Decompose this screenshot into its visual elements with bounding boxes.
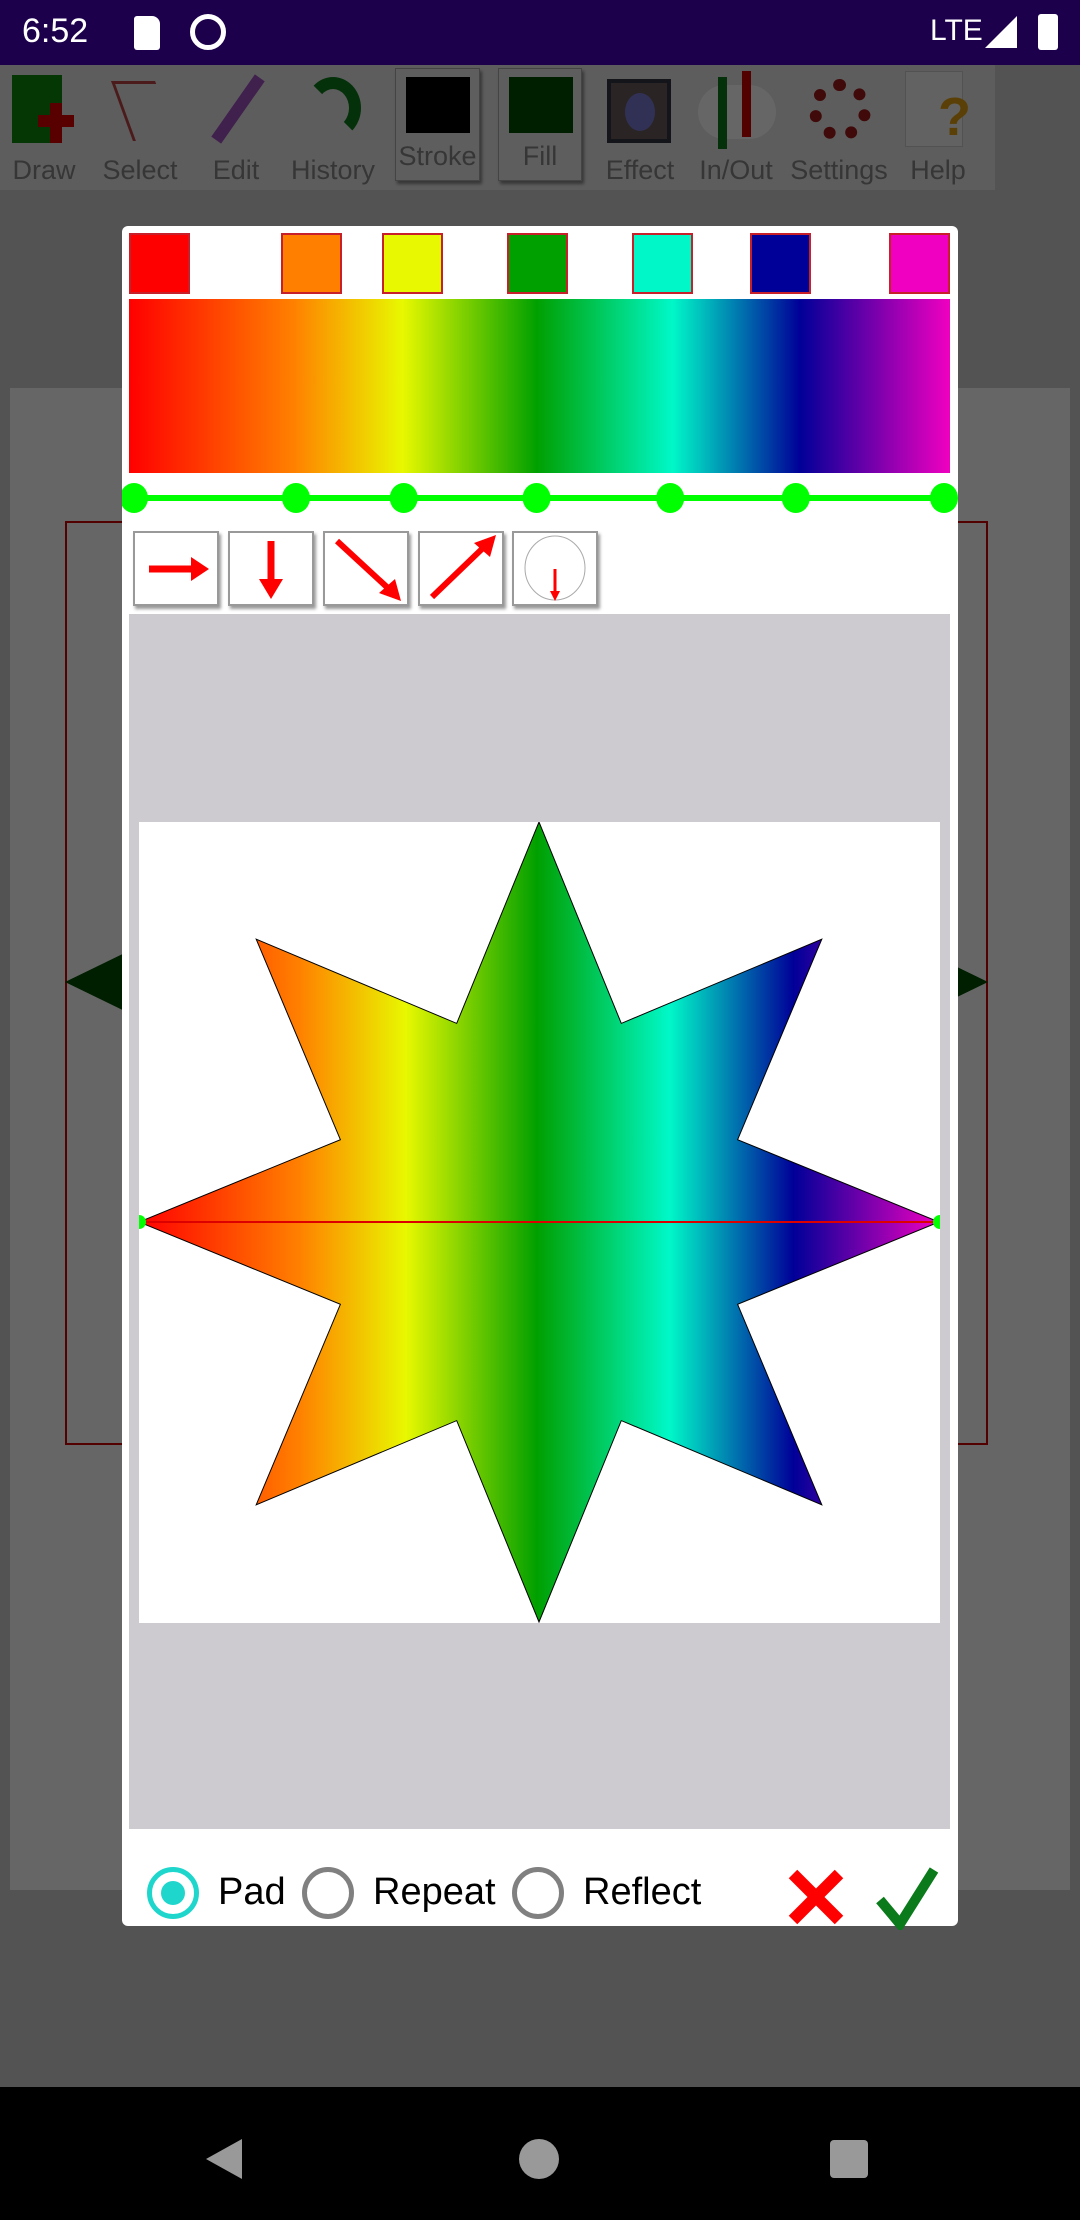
stop-color-swatch[interactable] bbox=[889, 233, 950, 294]
stop-handle[interactable] bbox=[781, 483, 810, 513]
toolbar-settings[interactable]: Settings bbox=[790, 65, 888, 190]
radio-reflect[interactable] bbox=[512, 1867, 564, 1919]
toolbar-label: Help bbox=[910, 155, 966, 185]
radial-icon bbox=[524, 535, 586, 601]
vertical-arrow-icon bbox=[259, 541, 283, 599]
direction-horizontal-button[interactable] bbox=[133, 531, 219, 606]
stop-handle[interactable] bbox=[656, 483, 685, 513]
direction-diagonal-up-button[interactable] bbox=[418, 531, 504, 606]
radio-repeat-label[interactable]: Repeat bbox=[373, 1871, 496, 1914]
stop-color-swatch[interactable] bbox=[506, 233, 568, 294]
toolbar-stroke[interactable]: Stroke bbox=[395, 68, 480, 181]
select-hand-icon bbox=[111, 81, 177, 141]
cancel-button[interactable] bbox=[787, 1868, 845, 1926]
close-icon bbox=[788, 1869, 844, 1925]
gradient-preview-bar bbox=[129, 299, 950, 473]
diagonal-up-arrow-icon bbox=[429, 535, 496, 600]
toolbar-edit[interactable]: Edit bbox=[188, 65, 284, 190]
stop-color-swatch[interactable] bbox=[382, 233, 444, 294]
toolbar-draw[interactable]: Draw bbox=[0, 65, 92, 190]
toolbar-label: History bbox=[290, 155, 375, 185]
stroke-swatch bbox=[406, 77, 470, 133]
fill-swatch bbox=[509, 77, 573, 133]
toolbar-help[interactable]: ? Help bbox=[890, 65, 986, 190]
import-export-icon bbox=[698, 71, 776, 149]
toolbar-label: Stroke bbox=[398, 141, 477, 171]
gradient-preview-area bbox=[129, 614, 950, 1829]
stop-handle[interactable] bbox=[930, 483, 958, 513]
toolbar-label: In/Out bbox=[699, 155, 773, 185]
horizontal-arrow-icon bbox=[149, 557, 209, 581]
radio-repeat[interactable] bbox=[302, 1867, 354, 1919]
battery-icon bbox=[1038, 14, 1058, 50]
direction-diagonal-down-button[interactable] bbox=[323, 531, 409, 606]
toolbar-select[interactable]: Select bbox=[92, 65, 188, 190]
effect-icon bbox=[607, 79, 671, 143]
stop-handle[interactable] bbox=[122, 483, 148, 513]
status-bar: 6:52 LTE bbox=[0, 0, 1080, 65]
direction-radial-button[interactable] bbox=[512, 531, 598, 606]
stop-color-swatch[interactable] bbox=[749, 233, 811, 294]
diagonal-down-arrow-icon bbox=[334, 538, 401, 601]
stop-color-swatch[interactable] bbox=[281, 233, 342, 294]
stop-color-swatch[interactable] bbox=[129, 233, 190, 294]
draw-icon bbox=[12, 75, 74, 143]
gear-icon bbox=[809, 79, 871, 141]
toolbar-in-out[interactable]: In/Out bbox=[688, 65, 784, 190]
navigation-bar bbox=[0, 2087, 1080, 2220]
sd-card-icon bbox=[134, 16, 160, 50]
gradient-dialog: Pad Repeat Reflect bbox=[122, 226, 958, 1930]
toolbar-effect[interactable]: Effect bbox=[592, 65, 688, 190]
clock: 6:52 bbox=[22, 12, 89, 50]
toolbar-label: Fill bbox=[522, 141, 558, 171]
recents-button[interactable] bbox=[830, 2140, 868, 2178]
stop-color-swatch[interactable] bbox=[632, 233, 694, 294]
network-type: LTE bbox=[930, 14, 983, 47]
direction-vertical-button[interactable] bbox=[228, 531, 314, 606]
stop-handle[interactable] bbox=[389, 483, 418, 513]
gradient-stop-slider[interactable] bbox=[122, 478, 958, 518]
stop-handle[interactable] bbox=[282, 483, 310, 513]
toolbar-history[interactable]: History bbox=[285, 65, 381, 190]
signal-icon bbox=[985, 16, 1017, 48]
checkmark-icon bbox=[876, 1867, 939, 1930]
radio-pad[interactable] bbox=[147, 1867, 199, 1919]
ok-button[interactable] bbox=[874, 1864, 940, 1930]
app-notification-icon bbox=[190, 14, 226, 50]
spread-mode-row: Pad Repeat Reflect bbox=[122, 1846, 958, 1930]
toolbar-fill[interactable]: Fill bbox=[498, 68, 582, 181]
pencil-icon bbox=[211, 74, 265, 144]
radio-reflect-label[interactable]: Reflect bbox=[583, 1871, 701, 1914]
toolbar: Draw Select Edit History Stroke Fill Eff… bbox=[0, 65, 995, 190]
stop-handle[interactable] bbox=[522, 483, 551, 513]
help-icon: ? bbox=[905, 71, 971, 147]
undo-redo-icon bbox=[305, 77, 361, 139]
preview-canvas[interactable] bbox=[139, 822, 940, 1623]
back-button[interactable] bbox=[206, 2139, 242, 2179]
radio-pad-label[interactable]: Pad bbox=[218, 1871, 286, 1914]
home-button[interactable] bbox=[519, 2139, 559, 2179]
